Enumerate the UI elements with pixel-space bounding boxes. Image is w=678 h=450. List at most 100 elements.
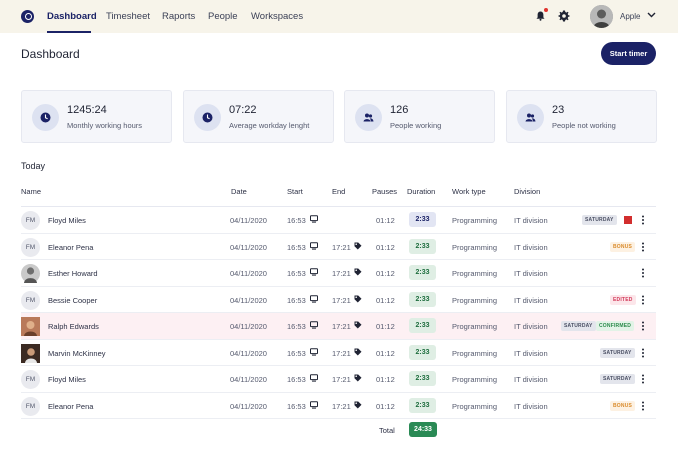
tag-icon: [354, 401, 362, 408]
row-name: Ralph Edwards: [48, 322, 99, 331]
avatar: FM: [21, 290, 40, 310]
row-date: 04/11/2020: [230, 242, 267, 252]
more-options-icon[interactable]: [641, 401, 645, 411]
duration-badge: 2:33: [409, 318, 436, 333]
total-duration-badge: 24:33: [409, 422, 437, 437]
row-name: Floyd Miles: [48, 216, 86, 225]
more-options-icon[interactable]: [641, 348, 645, 358]
table-row[interactable]: Esther Howard 04/11/2020 16:53 17:21 01:…: [21, 260, 656, 287]
row-start: 16:53: [287, 322, 306, 331]
column-header-name[interactable]: Name: [21, 187, 41, 196]
row-division: IT division: [514, 269, 548, 278]
status-badge-bonus: BONUS: [610, 241, 636, 252]
duration-badge: 2:33: [409, 344, 436, 360]
gear-icon[interactable]: [558, 10, 570, 22]
bell-icon[interactable]: [536, 11, 545, 21]
more-options-icon[interactable]: [641, 268, 645, 278]
stat-label: People not working: [552, 121, 616, 130]
stat-value: 07:22: [229, 104, 257, 116]
column-header-end[interactable]: End: [332, 187, 345, 196]
nav-dashboard[interactable]: Dashboard: [47, 11, 97, 22]
duration-badge: 2:33: [409, 397, 436, 413]
column-header-date[interactable]: Date: [231, 187, 247, 196]
row-start: 16:53: [287, 242, 306, 252]
duration-badge: 2:33: [409, 371, 436, 386]
row-pauses: 01:12: [376, 242, 395, 252]
row-start: 16:53: [287, 401, 306, 411]
monitor-icon: [310, 400, 318, 409]
table-row[interactable]: FM Eleanor Pena 04/11/2020 16:53 17:21 0…: [21, 234, 656, 260]
column-header-start[interactable]: Start: [287, 187, 303, 196]
avatar: FM: [21, 211, 40, 230]
avatar: [21, 264, 40, 283]
user-avatar[interactable]: [590, 5, 613, 28]
duration-badge: 2:33: [409, 212, 436, 227]
duration-badge: 2:33: [409, 265, 436, 280]
tag-icon: [354, 295, 362, 302]
nav-workspaces[interactable]: Workspaces: [251, 11, 303, 22]
row-date: 04/11/2020: [230, 295, 267, 305]
monitor-icon: [310, 321, 318, 329]
row-work-type: Programming: [452, 295, 498, 305]
status-badge-confirmed: CONFIRMED: [596, 321, 635, 331]
row-pauses: 01:12: [376, 375, 395, 384]
more-options-icon[interactable]: [641, 242, 645, 252]
monitor-icon: [310, 374, 318, 382]
tag-icon: [354, 268, 362, 276]
column-header-work-type[interactable]: Work type: [452, 187, 486, 196]
more-options-icon[interactable]: [641, 374, 645, 384]
row-division: IT division: [514, 322, 548, 331]
row-start: 16:53: [287, 375, 306, 384]
column-header-pauses[interactable]: Pauses: [372, 187, 397, 196]
avatar: [21, 317, 40, 336]
status-badge-saturday: SATURDAY: [600, 374, 635, 384]
row-pauses: 01:12: [376, 401, 395, 411]
column-header-division[interactable]: Division: [514, 187, 540, 196]
table-row[interactable]: FM Floyd Miles 04/11/2020 16:53 01:12 2:…: [21, 207, 656, 234]
start-timer-button[interactable]: Start timer: [601, 42, 656, 65]
people-icon: [517, 104, 544, 131]
user-name[interactable]: Apple: [620, 12, 640, 21]
status-badge-bonus: BONUS: [610, 400, 636, 411]
more-options-icon[interactable]: [641, 215, 645, 225]
monitor-icon: [310, 347, 318, 356]
more-options-icon[interactable]: [641, 321, 645, 331]
table-row[interactable]: FM Floyd Miles 04/11/2020 16:53 17:21 01…: [21, 366, 656, 393]
tag-icon: [354, 348, 362, 355]
row-date: 04/11/2020: [230, 348, 267, 358]
more-options-icon[interactable]: [641, 295, 645, 305]
table-row[interactable]: Marvin McKinney 04/11/2020 16:53 17:21 0…: [21, 340, 656, 366]
tag-icon: [354, 374, 362, 382]
row-pauses: 01:12: [376, 322, 395, 331]
total-label: Total: [379, 426, 395, 435]
monitor-icon: [310, 215, 318, 223]
stat-card-monthly-hours: 1245:24 Monthly working hours: [21, 90, 172, 143]
row-work-type: Programming: [452, 375, 498, 384]
row-end: 17:21: [332, 295, 351, 305]
nav-people[interactable]: People: [208, 11, 238, 22]
row-work-type: Programming: [452, 322, 498, 331]
row-pauses: 01:12: [376, 216, 395, 225]
stat-label: People working: [390, 121, 442, 130]
row-date: 04/11/2020: [230, 216, 267, 225]
table-row[interactable]: FM Eleanor Pena 04/11/2020 16:53 17:21 0…: [21, 393, 656, 419]
status-badge-saturday: SATURDAY: [561, 321, 596, 331]
column-header-duration[interactable]: Duration: [407, 187, 435, 196]
table-row[interactable]: Ralph Edwards 04/11/2020 16:53 17:21 01:…: [21, 313, 656, 340]
row-date: 04/11/2020: [230, 375, 267, 384]
row-start: 16:53: [287, 295, 306, 305]
row-pauses: 01:12: [376, 269, 395, 278]
stat-value: 1245:24: [67, 104, 107, 116]
status-badge-saturday: SATURDAY: [600, 347, 635, 358]
row-work-type: Programming: [452, 348, 498, 358]
monitor-icon: [310, 294, 318, 303]
row-name: Bessie Cooper: [48, 295, 98, 305]
row-end: 17:21: [332, 269, 351, 278]
logo-icon[interactable]: [21, 10, 34, 23]
chevron-down-icon[interactable]: [647, 11, 656, 19]
nav-timesheet[interactable]: Timesheet: [106, 11, 150, 22]
nav-raports[interactable]: Raports: [162, 11, 195, 22]
row-end: 17:21: [332, 348, 351, 358]
table-row[interactable]: FM Bessie Cooper 04/11/2020 16:53 17:21 …: [21, 287, 656, 313]
page-title: Dashboard: [21, 47, 80, 61]
